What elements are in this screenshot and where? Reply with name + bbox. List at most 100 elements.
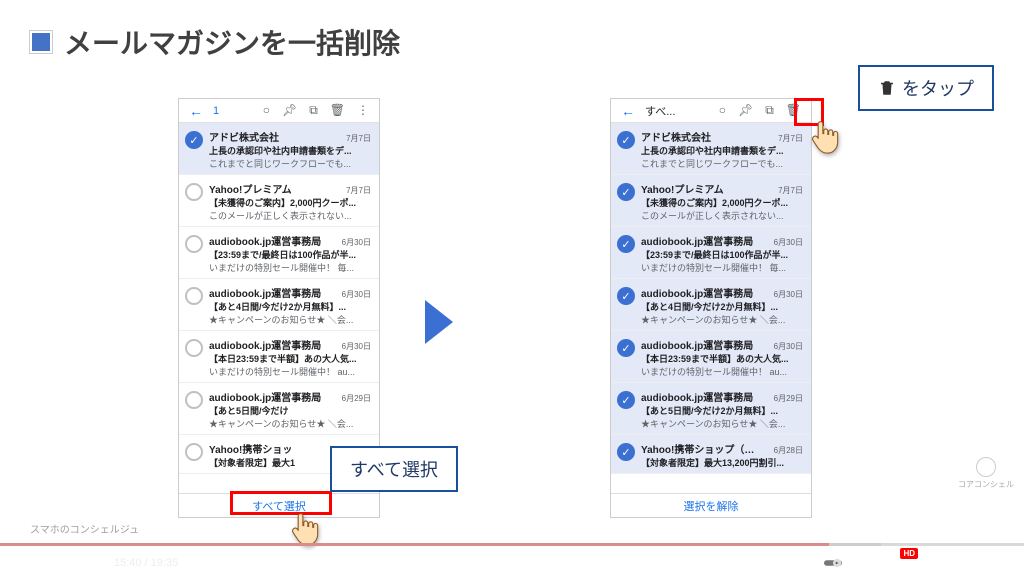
watermark: コアコンシェル: [958, 457, 1014, 490]
miniplayer-button[interactable]: [926, 554, 944, 572]
theater-button[interactable]: [960, 554, 978, 572]
mail-subject: 【あと5日間/今だけ: [209, 404, 371, 417]
callout-tap-trash: をタップ: [858, 65, 994, 111]
mail-sender: audiobook.jp運営事務局: [209, 389, 321, 404]
mail-preview: このメールが正しく表示されない...: [209, 209, 371, 222]
mail-subject: 【未獲得のご案内】2,000円クーポ...: [641, 196, 803, 209]
archive-icon[interactable]: ⧉: [309, 103, 318, 118]
mail-subject: 【未獲得のご案内】2,000円クーポ...: [209, 196, 371, 209]
more-icon[interactable]: ⋮: [357, 103, 369, 118]
selection-label: すべ...: [645, 103, 675, 119]
mail-sender: Yahoo!プレミアム: [641, 181, 724, 196]
title-bullet-icon: [30, 31, 52, 53]
circle-icon[interactable]: ○: [719, 103, 726, 118]
mail-row[interactable]: ✓audiobook.jp運営事務局6月30日【23:59まで/最終日は100作…: [611, 227, 811, 279]
captions-button[interactable]: [858, 554, 876, 572]
mail-date: 7月7日: [346, 133, 371, 144]
mail-subject: 【本日23:59まで半額】あの大人気...: [641, 352, 803, 365]
mail-row[interactable]: ✓アドビ株式会社7月7日上長の承認印や社内申請書類をデ...これまでと同じワーク…: [611, 123, 811, 175]
mail-sender: Yahoo!プレミアム: [209, 181, 292, 196]
phone-left-toolbar: ← 1 ○ 📌︎ ⧉ 🗑︎ ⋮: [179, 99, 379, 123]
mail-row[interactable]: Yahoo!プレミアム 7月7日【未獲得のご案内】2,000円クーポ...このメー…: [179, 175, 379, 227]
back-icon[interactable]: ←: [621, 103, 635, 119]
pointer-hand-icon: [808, 118, 842, 156]
mail-subject: 【あと5日間/今だけ2か月無料】...: [641, 404, 803, 417]
mail-row[interactable]: ✓ Yahoo!携帯ショップ（ソ... 6月28日【対象者限定】最大13,200円割…: [611, 435, 811, 474]
mail-row[interactable]: audiobook.jp運営事務局6月30日【あと4日間/今だけ2か月無料】..…: [179, 279, 379, 331]
checkmark-selected-icon[interactable]: ✓: [617, 287, 635, 305]
checkmark-empty-icon[interactable]: [185, 339, 203, 357]
play-button[interactable]: [12, 554, 30, 572]
checkmark-empty-icon[interactable]: [185, 287, 203, 305]
mail-row[interactable]: audiobook.jp運営事務局6月30日【23:59まで/最終日は100作品…: [179, 227, 379, 279]
mail-row[interactable]: ✓アドビ株式会社7月7日上長の承認印や社内申請書類をデ...これまでと同じワーク…: [179, 123, 379, 175]
mail-subject: 【23:59まで/最終日は100作品が半...: [209, 248, 371, 261]
mail-subject: 【対象者限定】最大13,200円割引...: [641, 456, 803, 469]
mail-row[interactable]: ✓audiobook.jp運営事務局6月30日【あと4日間/今だけ2か月無料】.…: [611, 279, 811, 331]
back-icon[interactable]: ←: [189, 103, 203, 119]
callout-select-all: すべて選択: [330, 446, 458, 492]
next-button[interactable]: [46, 554, 64, 572]
mail-date: 7月7日: [778, 133, 803, 144]
arrow-right-icon: [425, 300, 453, 344]
mail-list-left: ✓アドビ株式会社7月7日上長の承認印や社内申請書類をデ...これまでと同じワーク…: [179, 123, 379, 495]
phone-right-toolbar: ← すべ... ○ 📌︎ ⧉ 🗑︎: [611, 99, 811, 123]
mail-preview: いまだけの特別セール開催中！ au...: [209, 365, 371, 378]
mail-date: 6月28日: [774, 445, 803, 456]
mail-sender: アドビ株式会社: [209, 129, 279, 144]
trash-icon[interactable]: 🗑︎: [330, 103, 345, 118]
mail-preview: このメールが正しく表示されない...: [641, 209, 803, 222]
mail-sender: audiobook.jp運営事務局: [641, 233, 753, 248]
checkmark-selected-icon[interactable]: ✓: [617, 131, 635, 149]
mail-row[interactable]: ✓audiobook.jp運営事務局6月30日【本日23:59まで半額】あの大人…: [611, 331, 811, 383]
mail-date: 6月30日: [342, 341, 371, 352]
mail-sender: audiobook.jp運営事務局: [209, 337, 321, 352]
mail-preview: ★キャンペーンのお知らせ★ ＼会...: [641, 313, 803, 326]
checkmark-selected-icon[interactable]: ✓: [617, 235, 635, 253]
mail-sender: アドビ株式会社: [641, 129, 711, 144]
channel-name: スマホのコンシェルジュ: [30, 521, 139, 536]
mail-date: 7月7日: [346, 185, 371, 196]
mail-preview: ★キャンペーンのお知らせ★ ＼会...: [209, 313, 371, 326]
mail-preview: ★キャンペーンのお知らせ★ ＼会...: [641, 417, 803, 430]
mail-list-right: ✓アドビ株式会社7月7日上長の承認印や社内申請書類をデ...これまでと同じワーク…: [611, 123, 811, 495]
checkmark-empty-icon[interactable]: [185, 391, 203, 409]
mail-date: 6月30日: [342, 237, 371, 248]
pin-icon[interactable]: 📌︎: [738, 103, 753, 118]
checkmark-selected-icon[interactable]: ✓: [185, 131, 203, 149]
mail-sender: Yahoo!携帯ショップ（ソ...: [641, 441, 761, 456]
mail-row[interactable]: ✓audiobook.jp運営事務局6月29日【あと5日間/今だけ2か月無料】.…: [611, 383, 811, 435]
mail-row[interactable]: audiobook.jp運営事務局6月29日【あと5日間/今だけ★キャンペーンの…: [179, 383, 379, 435]
mail-date: 6月29日: [774, 393, 803, 404]
mail-sender: audiobook.jp運営事務局: [641, 285, 753, 300]
mail-subject: 【あと4日間/今だけ2か月無料】...: [209, 300, 371, 313]
mail-subject: 【本日23:59まで半額】あの大人気...: [209, 352, 371, 365]
deselect-button[interactable]: 選択を解除: [611, 493, 811, 517]
mail-sender: audiobook.jp運営事務局: [641, 337, 753, 352]
volume-button[interactable]: [80, 554, 98, 572]
mail-preview: いまだけの特別セール開催中！ 毎...: [209, 261, 371, 274]
mail-preview: ★キャンペーンのお知らせ★ ＼会...: [209, 417, 371, 430]
archive-icon[interactable]: ⧉: [765, 103, 774, 118]
autoplay-toggle[interactable]: [824, 554, 842, 572]
mail-preview: これまでと同じワークフローでも...: [209, 157, 371, 170]
mail-date: 6月30日: [774, 237, 803, 248]
checkmark-selected-icon[interactable]: ✓: [617, 391, 635, 409]
checkmark-empty-icon[interactable]: [185, 235, 203, 253]
checkmark-selected-icon[interactable]: ✓: [617, 339, 635, 357]
circle-icon[interactable]: ○: [263, 103, 270, 118]
mail-preview: これまでと同じワークフローでも...: [641, 157, 803, 170]
settings-button[interactable]: HD: [892, 554, 910, 572]
checkmark-selected-icon[interactable]: ✓: [617, 443, 635, 461]
mail-row[interactable]: ✓ Yahoo!プレミアム 7月7日【未獲得のご案内】2,000円クーポ...このメ…: [611, 175, 811, 227]
pin-icon[interactable]: 📌︎: [282, 103, 297, 118]
mail-row[interactable]: audiobook.jp運営事務局 6月30日【本日23:59まで半額】あの大人気…: [179, 331, 379, 383]
mail-date: 7月7日: [778, 185, 803, 196]
mail-subject: 【あと4日間/今だけ2か月無料】...: [641, 300, 803, 313]
fullscreen-button[interactable]: [994, 554, 1012, 572]
checkmark-selected-icon[interactable]: ✓: [617, 183, 635, 201]
checkmark-empty-icon[interactable]: [185, 183, 203, 201]
checkmark-empty-icon[interactable]: [185, 443, 203, 461]
phone-right: ← すべ... ○ 📌︎ ⧉ 🗑︎ ✓アドビ株式会社7月7日上長の承認印や社内申…: [610, 98, 812, 518]
video-controls: 15:40 / 19:35 HD: [0, 546, 1024, 580]
